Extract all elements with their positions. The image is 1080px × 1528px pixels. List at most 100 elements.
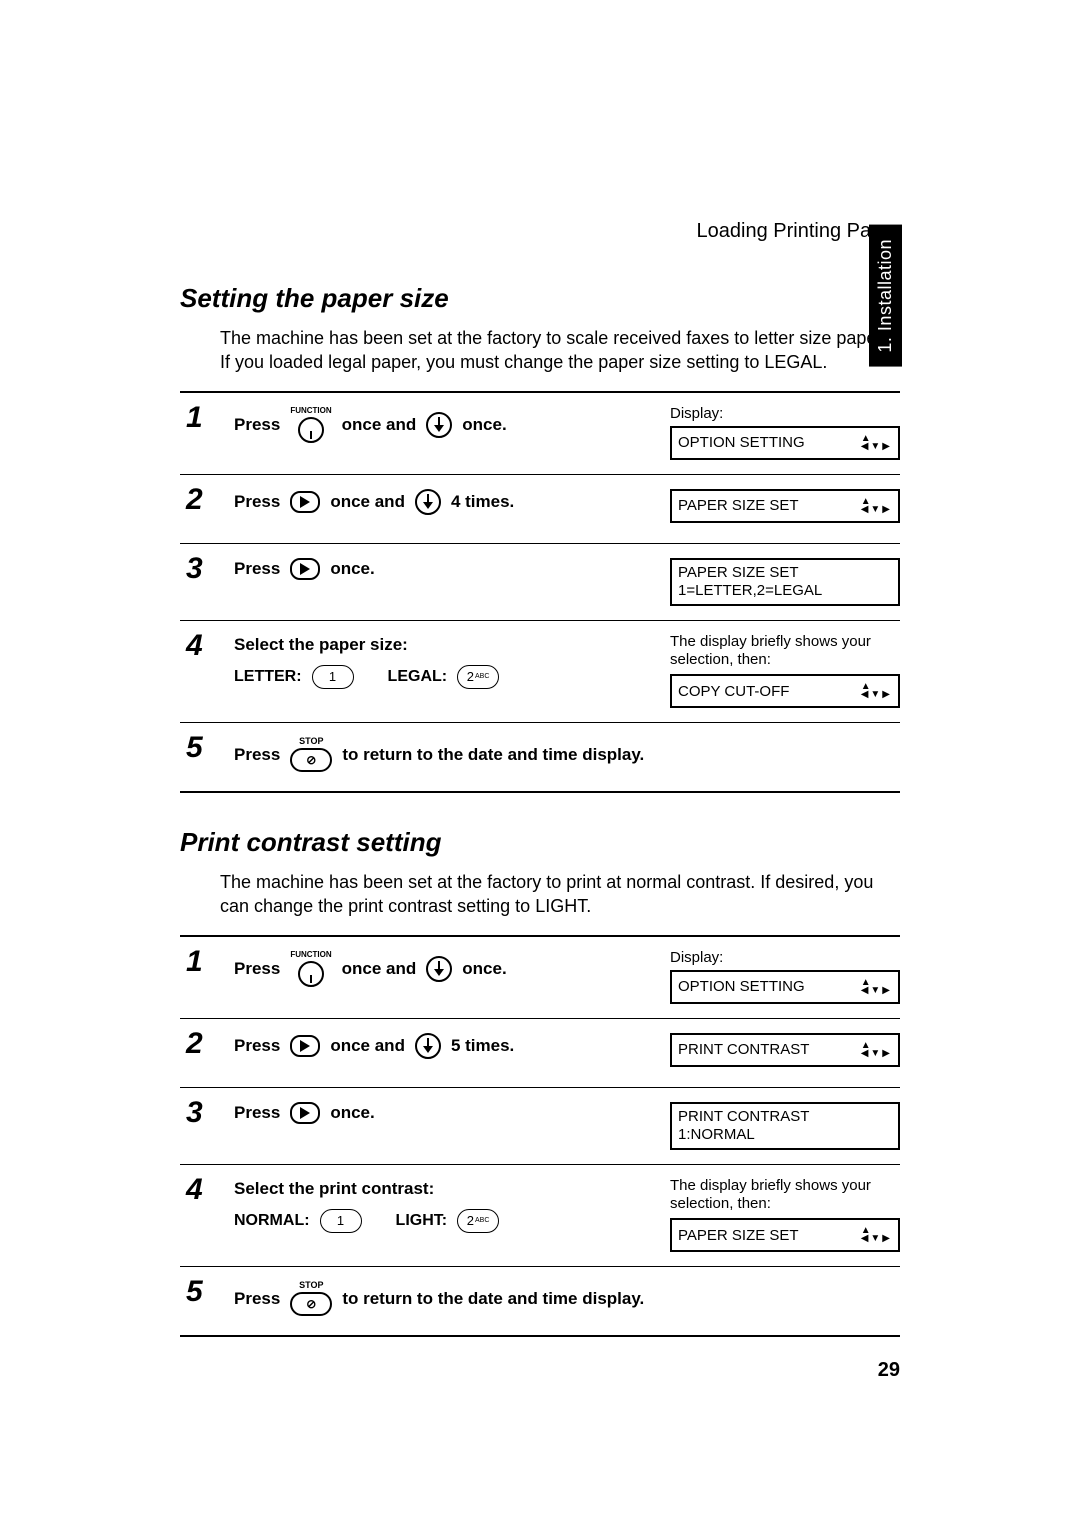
function-key-label: FUNCTION (290, 951, 331, 959)
step-text: once and (342, 959, 417, 979)
step-text: once. (462, 415, 506, 435)
step-text: once and (342, 415, 417, 435)
function-key-label: FUNCTION (290, 407, 331, 415)
section-title-print-contrast: Print contrast setting (180, 827, 900, 858)
numkey-2-icon: 2ABC (457, 1209, 499, 1233)
lcd-display: PAPER SIZE SET 1=LETTER,2=LEGAL (670, 558, 900, 606)
step-text: Press (234, 492, 280, 512)
lcd-text: OPTION SETTING (678, 434, 805, 451)
numkey-1-icon: 1 (320, 1209, 362, 1233)
lcd-display: OPTION SETTING ▲◀▼▶ (670, 970, 900, 1004)
page-content: Loading Printing Paper Setting the paper… (180, 220, 900, 1382)
lcd-text: PRINT CONTRAST (678, 1041, 809, 1058)
step-text: once. (330, 559, 374, 579)
step-text: Press (234, 1289, 280, 1309)
step-number: 5 (180, 733, 234, 763)
step-text: to return to the date and time display. (342, 745, 644, 765)
lcd-display: PRINT CONTRAST ▲◀▼▶ (670, 1033, 900, 1067)
step-text: Press (234, 1036, 280, 1056)
lcd-display: PAPER SIZE SET ▲◀▼▶ (670, 489, 900, 523)
numkey-sub: ABC (475, 673, 489, 680)
step-number: 3 (180, 554, 234, 584)
lcd-display: PAPER SIZE SET ▲◀▼▶ (670, 1218, 900, 1252)
step-number: 2 (180, 1029, 234, 1059)
stop-key-icon: STOP (290, 1281, 332, 1316)
step-row: 1 Press FUNCTION once and once. Display:… (180, 937, 900, 1019)
option-label: LEGAL: (388, 668, 448, 686)
lcd-text: 1:NORMAL (678, 1126, 892, 1144)
stop-key-icon: STOP (290, 737, 332, 772)
scroll-arrows-icon: ▲◀▼▶ (861, 498, 892, 514)
lcd-text: PAPER SIZE SET (678, 1227, 799, 1244)
steps-paper-size: 1 Press FUNCTION once and once. Display:… (180, 391, 900, 794)
lcd-display: OPTION SETTING ▲◀▼▶ (670, 426, 900, 460)
scroll-arrows-icon: ▲◀▼▶ (861, 683, 892, 699)
step-row: 5 Press STOP to return to the date and t… (180, 1267, 900, 1337)
numkey-digit: 2 (467, 1213, 474, 1228)
lcd-text: PAPER SIZE SET (678, 497, 799, 514)
down-key-icon (415, 1033, 441, 1059)
lcd-text: PRINT CONTRAST (678, 1108, 892, 1126)
step-row: 2 Press once and 5 times. PRINT CONTRAST… (180, 1019, 900, 1088)
right-key-icon (290, 491, 320, 513)
page-number: 29 (180, 1359, 900, 1382)
step-text: once and (330, 492, 405, 512)
step-text: Select the print contrast: (234, 1179, 434, 1199)
step-text: once. (462, 959, 506, 979)
scroll-arrows-icon: ▲◀▼▶ (861, 1227, 892, 1243)
step-text: 5 times. (451, 1036, 514, 1056)
step-text: Press (234, 559, 280, 579)
step-number: 4 (180, 1175, 234, 1205)
step-text: Press (234, 1103, 280, 1123)
display-note: The display briefly shows your selection… (670, 633, 900, 671)
step-number: 2 (180, 485, 234, 515)
steps-print-contrast: 1 Press FUNCTION once and once. Display:… (180, 935, 900, 1338)
lcd-text: OPTION SETTING (678, 978, 805, 995)
step-text: to return to the date and time display. (342, 1289, 644, 1309)
step-text: once. (330, 1103, 374, 1123)
step-text: Press (234, 745, 280, 765)
step-text: Select the paper size: (234, 635, 408, 655)
numkey-digit: 2 (467, 669, 474, 684)
step-text: Press (234, 959, 280, 979)
section-title-paper-size: Setting the paper size (180, 283, 900, 314)
section-intro: The machine has been set at the factory … (220, 870, 900, 919)
option-label: NORMAL: (234, 1212, 310, 1230)
lcd-display: COPY CUT-OFF ▲◀▼▶ (670, 674, 900, 708)
step-row: 1 Press FUNCTION once and once. Display:… (180, 393, 900, 475)
step-row: 3 Press once. PAPER SIZE SET 1=LETTER,2=… (180, 544, 900, 621)
stop-key-label: STOP (299, 737, 323, 746)
lcd-text: 1=LETTER,2=LEGAL (678, 582, 892, 600)
down-key-icon (415, 489, 441, 515)
display-label: Display: (670, 405, 900, 422)
lcd-text: PAPER SIZE SET (678, 564, 892, 582)
step-number: 1 (180, 947, 234, 977)
step-text: once and (330, 1036, 405, 1056)
lcd-display: PRINT CONTRAST 1:NORMAL (670, 1102, 900, 1150)
step-row: 3 Press once. PRINT CONTRAST 1:NORMAL (180, 1088, 900, 1165)
step-row: 4 Select the print contrast: NORMAL: 1 L… (180, 1165, 900, 1268)
numkey-2-icon: 2ABC (457, 665, 499, 689)
step-row: 4 Select the paper size: LETTER: 1 LEGAL… (180, 621, 900, 724)
scroll-arrows-icon: ▲◀▼▶ (861, 435, 892, 451)
numkey-1-icon: 1 (312, 665, 354, 689)
function-key-icon: FUNCTION (290, 951, 331, 987)
function-key-icon: FUNCTION (290, 407, 331, 443)
section-intro: The machine has been set at the factory … (220, 326, 900, 375)
down-key-icon (426, 956, 452, 982)
step-row: 2 Press once and 4 times. PAPER SIZE SET… (180, 475, 900, 544)
step-text: Press (234, 415, 280, 435)
display-label: Display: (670, 949, 900, 966)
right-key-icon (290, 1102, 320, 1124)
step-number: 3 (180, 1098, 234, 1128)
step-number: 5 (180, 1277, 234, 1307)
down-key-icon (426, 412, 452, 438)
step-number: 4 (180, 631, 234, 661)
step-number: 1 (180, 403, 234, 433)
display-note: The display briefly shows your selection… (670, 1177, 900, 1215)
scroll-arrows-icon: ▲◀▼▶ (861, 1042, 892, 1058)
stop-key-label: STOP (299, 1281, 323, 1290)
numkey-sub: ABC (475, 1217, 489, 1224)
option-label: LETTER: (234, 668, 302, 686)
right-key-icon (290, 558, 320, 580)
